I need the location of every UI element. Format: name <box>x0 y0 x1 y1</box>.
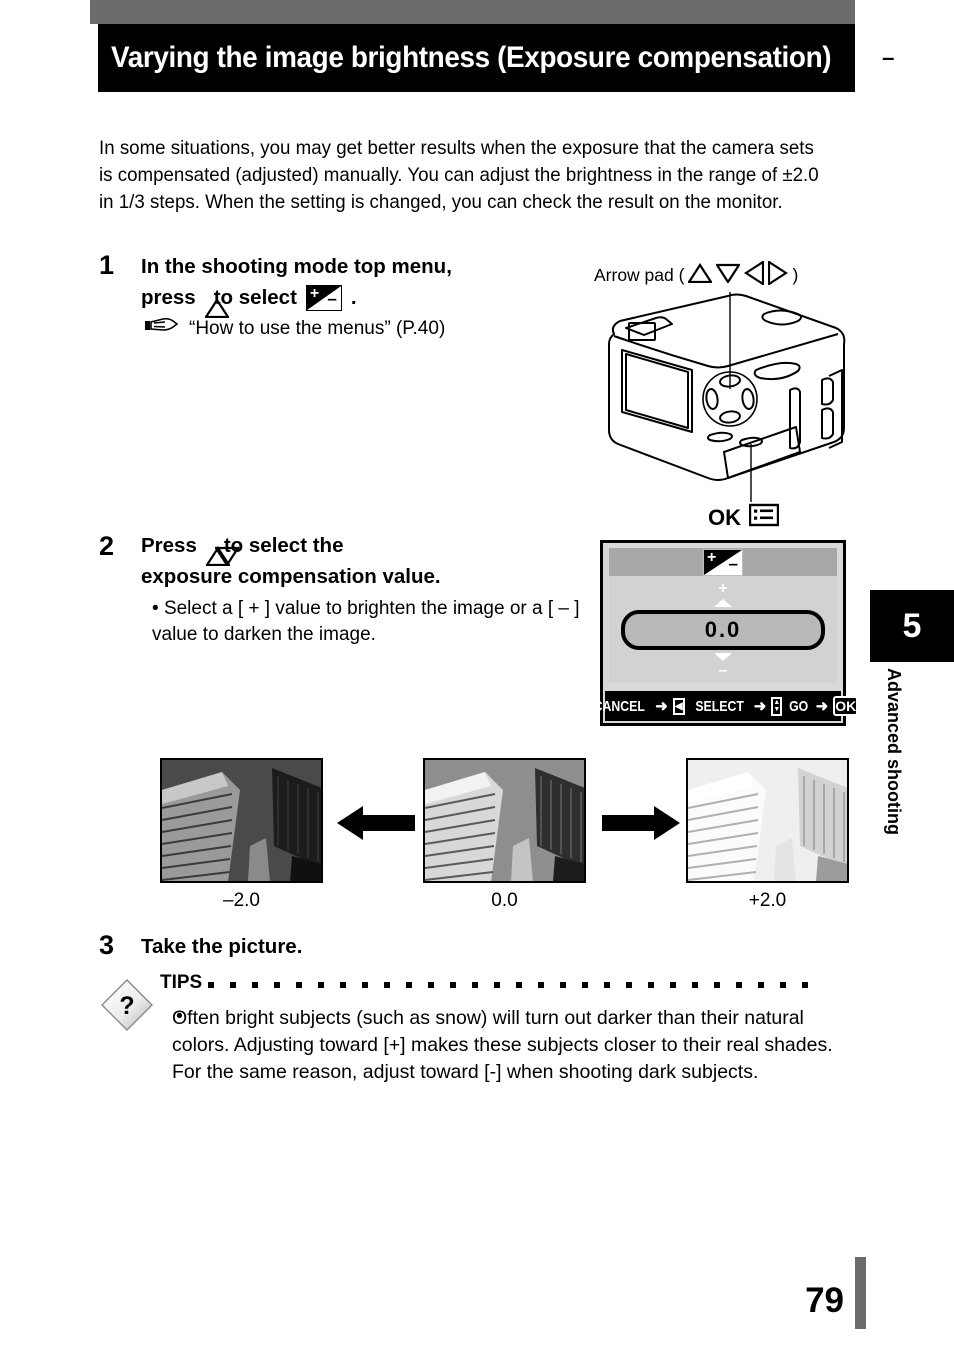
top-gray-bar <box>90 0 855 24</box>
ok-key-icon: OK <box>833 696 859 716</box>
sample-label-normal: 0.0 <box>491 890 518 911</box>
chapter-title-vertical: Advanced shooting <box>884 668 904 836</box>
ev-icon-minus: – <box>728 553 738 573</box>
ev-icon-minus: – <box>882 45 895 70</box>
sample-photo-normal-art <box>425 760 584 881</box>
step-1-press-label: press <box>141 286 196 309</box>
ok-label: OK <box>708 505 741 530</box>
pointing-hand-icon <box>145 315 179 343</box>
step-2-bullet-text: Select a [ + ] value to brighten the ima… <box>152 598 580 645</box>
step-1-heading-line2: press to select + – . <box>141 284 571 318</box>
select-label: SELECT <box>694 697 744 715</box>
page-number: 79 <box>805 1281 844 1320</box>
left-triangle-icon <box>744 259 765 290</box>
step-2-heading-line2: exposure compensation value. <box>141 565 441 588</box>
question-diamond-icon: ? <box>100 978 154 1032</box>
arrow-pad-label-suffix: ) <box>792 265 799 285</box>
ok-button-caption: OK <box>708 503 780 533</box>
exposure-compensation-icon: + – <box>305 285 342 311</box>
step-1-reference-text: “How to use the menus” (P.40) <box>189 318 446 339</box>
sample-photo-bright-art <box>688 760 847 881</box>
bullet-marker: • <box>152 598 159 619</box>
arrow-glyph: ➜ <box>815 698 829 715</box>
page-title: Varying the image brightness (Exposure c… <box>111 41 832 74</box>
sample-photo-normal <box>423 758 586 883</box>
step-3-heading: Take the picture. <box>141 935 303 958</box>
arrow-pad-caption: Arrow pad ( ) <box>594 259 799 290</box>
tips-body-text: Often bright subjects (such as snow) wil… <box>172 1007 833 1083</box>
sample-label-bright: +2.0 <box>748 890 787 911</box>
step-3-number: 3 <box>99 930 115 960</box>
step-1-period: . <box>350 286 357 309</box>
arrow-left-icon <box>337 806 415 845</box>
sample-photo-dark <box>160 758 323 883</box>
lcd-down-triangle-icon[interactable] <box>714 652 732 661</box>
step-2-number: 2 <box>99 531 115 561</box>
ev-icon-plus: + <box>707 548 717 566</box>
select-key-down: ▼ <box>773 706 781 713</box>
sample-photo-bright <box>686 758 849 883</box>
arrow-glyph: ➜ <box>753 698 767 715</box>
exposure-value-field[interactable]: 0.0 <box>621 609 825 650</box>
menu-list-icon <box>748 503 780 533</box>
ev-icon-plus: + <box>902 42 914 63</box>
step-2-press-label: Press <box>141 534 197 557</box>
arrow-right-icon <box>602 806 680 845</box>
exposure-compensation-icon: + – <box>703 548 743 576</box>
down-triangle-icon <box>715 263 742 288</box>
cancel-key-icon: ◀ <box>672 697 685 715</box>
tips-label: TIPS <box>160 972 203 993</box>
step-1-heading-line1: In the shooting mode top menu, <box>141 255 452 278</box>
right-triangle-icon <box>768 259 789 290</box>
up-triangle-icon <box>687 262 714 288</box>
arrow-glyph: ➜ <box>655 698 668 715</box>
intro-paragraph: In some situations, you may get better r… <box>99 136 819 213</box>
camera-rear-illustration <box>600 288 858 504</box>
step-1-number: 1 <box>99 250 115 280</box>
step-2-bullet: • Select a [ + ] value to brighten the i… <box>152 596 582 648</box>
select-key-up: ▲ <box>773 699 781 706</box>
cancel-label: CANCEL <box>593 697 645 715</box>
lcd-menu-screen: + – + 0.0 – CANCEL ➜ ◀ SELECT ➜ ▲ ▼ GO ➜… <box>593 540 859 726</box>
step-2-select-label: to select the <box>223 534 344 557</box>
tips-dotted-rule <box>208 982 820 988</box>
arrow-pad-label-prefix: Arrow pad ( <box>594 265 685 285</box>
exposure-compensation-icon: + – <box>882 39 914 77</box>
step-2-heading-line1: Press to select the <box>141 532 581 566</box>
lcd-title-bar: + – <box>609 548 837 576</box>
lcd-footer-bar: CANCEL ➜ ◀ SELECT ➜ ▲ ▼ GO ➜ OK <box>593 691 859 721</box>
sample-photo-dark-art <box>162 760 321 881</box>
go-label: GO <box>789 697 809 715</box>
page-number-bar <box>855 1257 866 1329</box>
select-key-icon: ▲ ▼ <box>771 696 783 716</box>
lcd-inner: + – + 0.0 – CANCEL ➜ ◀ SELECT ➜ ▲ ▼ GO ➜… <box>593 543 859 723</box>
page-title-banner: Varying the image brightness (Exposure c… <box>98 24 914 92</box>
sample-label-dark: –2.0 <box>223 890 260 911</box>
ev-icon-minus: – <box>327 289 337 308</box>
lcd-up-triangle-icon[interactable] <box>714 598 732 607</box>
lcd-body: + 0.0 – <box>609 576 837 683</box>
lcd-plus-marker: + <box>718 579 728 597</box>
lcd-minus-marker: – <box>718 661 728 679</box>
step-1-reference: “How to use the menus” (P.40) <box>145 315 575 343</box>
ev-icon-plus: + <box>309 285 320 302</box>
svg-text:?: ? <box>119 992 134 1020</box>
chapter-number-tab: 5 <box>870 590 954 662</box>
